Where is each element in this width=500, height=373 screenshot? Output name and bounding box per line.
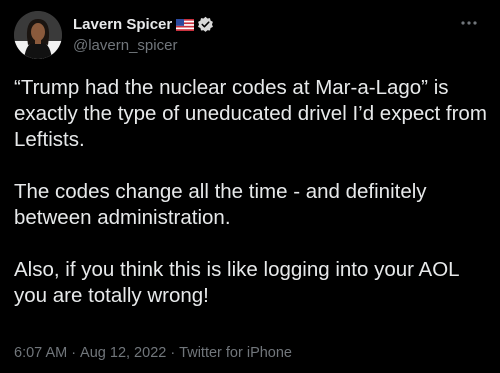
more-options-icon xyxy=(460,13,478,31)
avatar[interactable] xyxy=(14,11,62,59)
tweet-header: Lavern Spicer @lavern_spicer xyxy=(73,14,214,54)
tweet-meta: 6:07 AM · Aug 12, 2022 · Twitter for iPh… xyxy=(14,345,292,361)
handle[interactable]: @lavern_spicer xyxy=(73,37,214,54)
tweet-paragraph: Also, if you think this is like logging … xyxy=(14,258,459,307)
tweet-source[interactable]: Twitter for iPhone xyxy=(179,345,292,361)
name-row: Lavern Spicer xyxy=(73,14,214,34)
more-options-button[interactable] xyxy=(454,12,484,32)
meta-separator: · xyxy=(71,345,77,361)
us-flag-icon xyxy=(176,18,195,31)
tweet-time[interactable]: 6:07 AM xyxy=(14,345,67,361)
tweet-date[interactable]: Aug 12, 2022 xyxy=(80,345,166,361)
tweet-card: Lavern Spicer @lavern_spicer “Trump had … xyxy=(0,0,500,373)
tweet-paragraph: “Trump had the nuclear codes at Mar-a-La… xyxy=(14,76,487,151)
meta-separator: · xyxy=(170,345,176,361)
verified-badge-icon xyxy=(197,16,214,33)
tweet-paragraph: The codes change all the time - and defi… xyxy=(14,180,427,229)
display-name[interactable]: Lavern Spicer xyxy=(73,16,172,33)
tweet-text: “Trump had the nuclear codes at Mar-a-La… xyxy=(14,75,488,309)
